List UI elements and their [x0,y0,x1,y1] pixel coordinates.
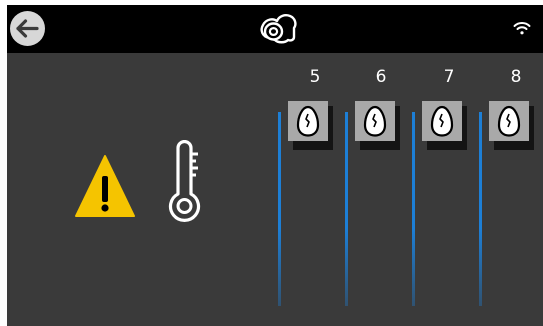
egg-tile-5[interactable] [288,101,328,141]
egg-icon [497,105,521,137]
column-number: 6 [375,67,387,87]
top-bar [7,5,543,53]
column-line [345,112,348,306]
column-number: 5 [309,67,321,87]
warning-triangle-icon [75,155,135,217]
egg-chamber-icon [260,14,297,44]
egg-tile-7[interactable] [422,101,462,141]
column-number: 7 [443,67,455,87]
arrow-left-icon [16,19,39,38]
egg-tile-8[interactable] [489,101,529,141]
egg-icon [363,105,387,137]
wifi-icon [513,22,531,35]
egg-icon [430,105,454,137]
back-button[interactable] [10,11,45,46]
column-number: 8 [510,67,522,87]
column-line [479,112,482,306]
thermometer-icon [168,140,201,222]
egg-tile-6[interactable] [355,101,395,141]
column-line [412,112,415,306]
column-line [278,112,281,306]
screen: 5 6 7 8 [7,5,543,326]
egg-icon [296,105,320,137]
